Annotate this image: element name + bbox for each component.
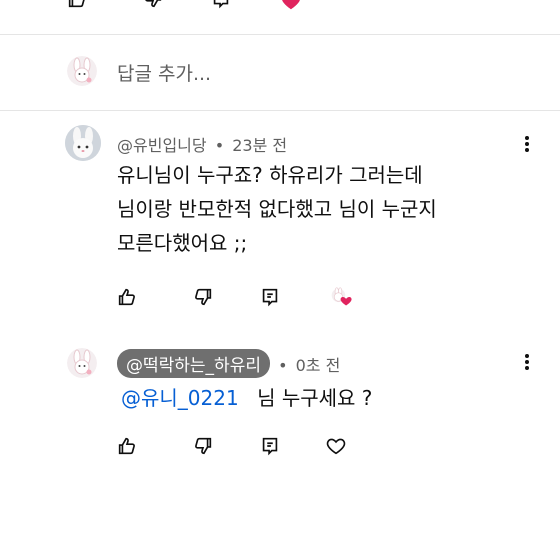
thumbs-down-icon[interactable]	[192, 286, 214, 308]
thumbs-down-icon[interactable]	[192, 435, 214, 457]
author-name-chip[interactable]: @떡락하는_하유리	[117, 349, 270, 378]
comment-meta: @떡락하는_하유리 • 0초 전	[117, 349, 340, 378]
comment-meta: @유빈입니당 • 23분 전	[117, 132, 287, 156]
comment-time[interactable]: 0초 전	[296, 356, 341, 375]
comment-line: 님이랑 반모한적 없다했고 님이 누군지	[117, 197, 437, 221]
thumbs-up-icon[interactable]	[66, 0, 88, 10]
author-avatar[interactable]	[65, 125, 101, 161]
mention-link[interactable]: @유니_0221	[121, 386, 239, 410]
thumbs-up-icon[interactable]	[116, 435, 138, 457]
comment-line: 유니님이 누구죠? 하유리가 그러는데	[117, 163, 423, 187]
bunny-avatar-icon[interactable]	[67, 348, 97, 378]
more-vert-icon[interactable]	[520, 133, 534, 155]
reply-icon[interactable]	[210, 0, 232, 10]
heart-icon	[280, 0, 302, 12]
thumbs-down-icon[interactable]	[142, 0, 164, 10]
thumbs-up-icon[interactable]	[116, 286, 138, 308]
heart-icon[interactable]	[325, 435, 347, 457]
more-vert-icon[interactable]	[520, 351, 534, 373]
add-reply-input[interactable]: 답글 추가...	[117, 59, 211, 86]
author-name[interactable]: @유빈입니당	[117, 136, 207, 155]
creator-heart-icon	[328, 286, 354, 308]
comment-body: 님 누구세요 ?	[257, 386, 373, 410]
meta-separator: •	[214, 136, 225, 155]
divider	[0, 110, 560, 111]
divider	[0, 34, 560, 35]
meta-separator: •	[278, 356, 288, 375]
bunny-avatar-icon	[67, 56, 97, 86]
reply-icon[interactable]	[259, 286, 281, 308]
reply-icon[interactable]	[259, 435, 281, 457]
comment-text: @유니_0221 님 누구세요 ?	[121, 381, 372, 415]
comment-text: 유니님이 누구죠? 하유리가 그러는데 님이랑 반모한적 없다했고 님이 누군지…	[117, 158, 437, 260]
comment-time[interactable]: 23분 전	[232, 136, 287, 155]
comment-line: 모른다했어요 ;;	[117, 231, 248, 255]
